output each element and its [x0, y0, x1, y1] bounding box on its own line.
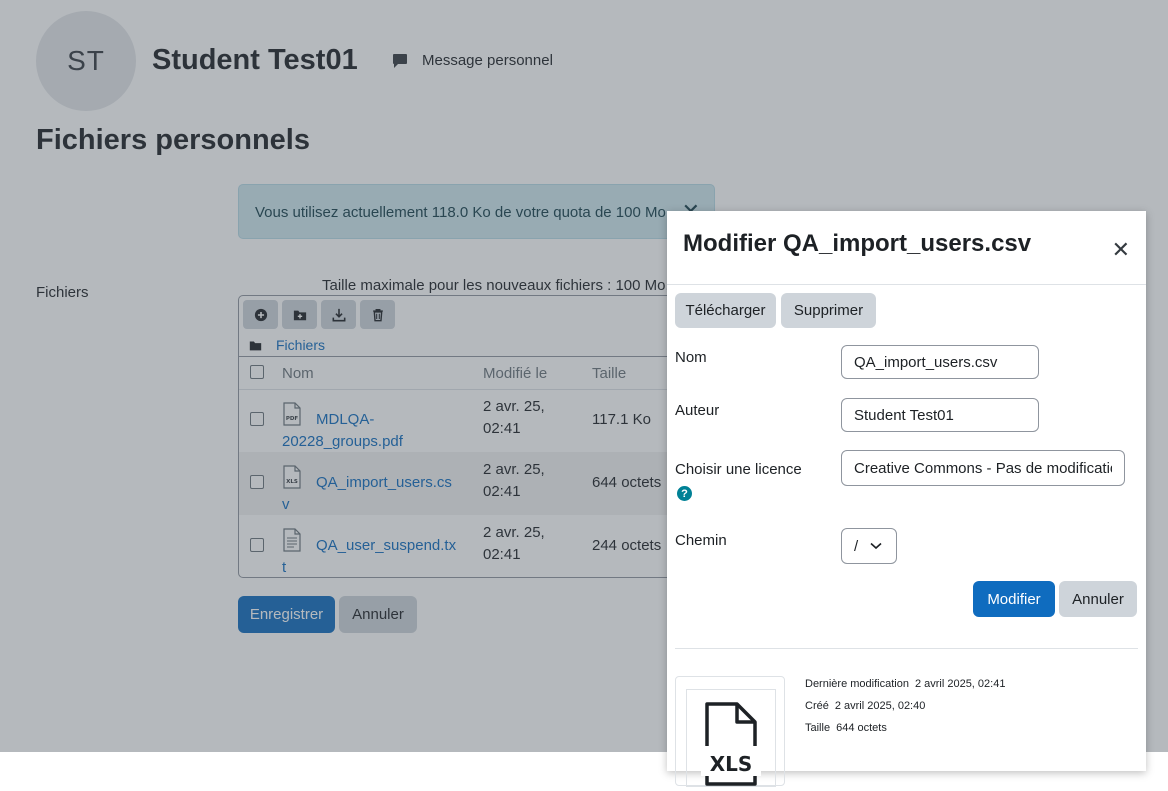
- close-icon[interactable]: ✕: [1112, 237, 1130, 263]
- meta-size-value: 644 octets: [836, 722, 887, 734]
- update-button[interactable]: Modifier: [973, 581, 1055, 617]
- name-input[interactable]: [841, 345, 1039, 379]
- license-label: Choisir une licence: [675, 461, 802, 478]
- meta-modified-label: Dernière modification: [805, 678, 909, 690]
- path-value: /: [854, 537, 859, 555]
- dialog-divider: [675, 648, 1138, 649]
- dialog-divider: [667, 284, 1146, 285]
- meta-size-label: Taille: [805, 722, 831, 734]
- xls-file-icon: XLS: [701, 702, 761, 786]
- path-label: Chemin: [675, 532, 727, 549]
- meta-size: Taille 644 octets: [805, 722, 887, 734]
- svg-text:XLS: XLS: [710, 752, 753, 776]
- meta-created: Créé 2 avril 2025, 02:40: [805, 700, 925, 712]
- dialog-cancel-button[interactable]: Annuler: [1059, 581, 1137, 617]
- path-select[interactable]: /: [841, 528, 897, 564]
- name-label: Nom: [675, 349, 707, 366]
- edit-file-dialog: Modifier QA_import_users.csv ✕ Télécharg…: [667, 211, 1146, 787]
- author-input[interactable]: [841, 398, 1039, 432]
- meta-modified: Dernière modification 2 avril 2025, 02:41: [805, 678, 1005, 690]
- meta-created-value: 2 avril 2025, 02:40: [834, 700, 926, 712]
- meta-created-label: Créé: [805, 700, 829, 712]
- dialog-title: Modifier QA_import_users.csv: [683, 230, 1032, 257]
- download-button[interactable]: Télécharger: [675, 293, 776, 328]
- delete-file-button[interactable]: Supprimer: [781, 293, 876, 328]
- help-icon[interactable]: ?: [677, 486, 692, 501]
- license-select[interactable]: [841, 450, 1125, 486]
- meta-modified-value: 2 avril 2025, 02:41: [914, 678, 1006, 690]
- chevron-down-icon: [870, 542, 882, 550]
- author-label: Auteur: [675, 402, 720, 419]
- file-preview: XLS: [675, 676, 785, 787]
